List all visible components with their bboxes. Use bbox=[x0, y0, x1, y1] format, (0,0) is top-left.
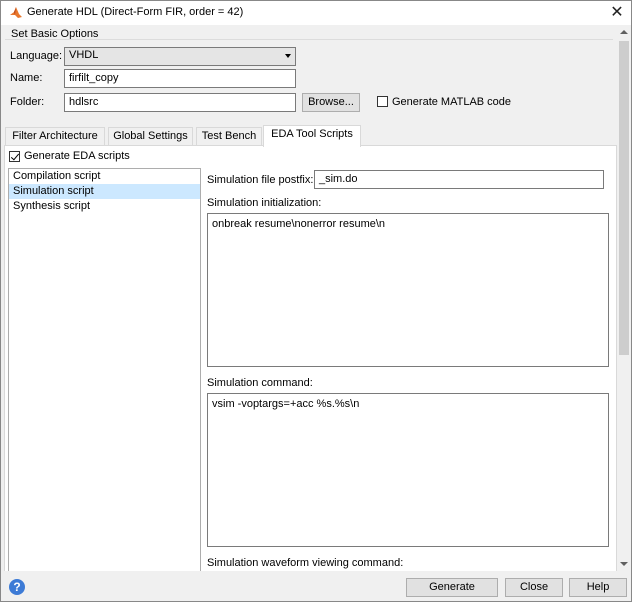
init-textarea[interactable]: onbreak resume\nonerror resume\n bbox=[207, 213, 609, 367]
command-label: Simulation command: bbox=[207, 377, 313, 389]
matlab-icon bbox=[10, 7, 22, 18]
language-label: Language: bbox=[10, 50, 62, 62]
scroll-thumb[interactable] bbox=[619, 41, 629, 355]
generate-hdl-dialog: Generate HDL (Direct-Form FIR, order = 4… bbox=[0, 0, 632, 602]
script-type-list: Compilation script Simulation script Syn… bbox=[8, 168, 201, 571]
help-button[interactable]: Help bbox=[569, 578, 627, 597]
list-item-simulation[interactable]: Simulation script bbox=[9, 184, 200, 199]
scroll-up-button[interactable] bbox=[617, 25, 631, 39]
generate-eda-label: Generate EDA scripts bbox=[24, 150, 130, 162]
footer-bar: ? Generate Close Help bbox=[1, 571, 631, 601]
init-label: Simulation initialization: bbox=[207, 197, 322, 209]
close-button[interactable]: Close bbox=[505, 578, 563, 597]
list-item-synthesis[interactable]: Synthesis script bbox=[9, 199, 200, 214]
chevron-down-icon bbox=[620, 562, 628, 566]
scroll-down-button[interactable] bbox=[617, 557, 631, 571]
name-field[interactable]: firfilt_copy bbox=[64, 69, 296, 88]
generate-matlab-label: Generate MATLAB code bbox=[392, 96, 512, 108]
folder-field[interactable]: hdlsrc bbox=[64, 93, 296, 112]
generate-button[interactable]: Generate bbox=[406, 578, 498, 597]
language-value: VHDL bbox=[69, 49, 99, 61]
command-textarea[interactable]: vsim -voptargs=+acc %s.%s\n bbox=[207, 393, 609, 547]
folder-label: Folder: bbox=[10, 96, 45, 108]
vertical-scrollbar[interactable] bbox=[617, 25, 631, 571]
tab-filter-architecture[interactable]: Filter Architecture bbox=[5, 127, 105, 146]
close-icon[interactable]: ✕ bbox=[605, 3, 629, 23]
help-icon[interactable]: ? bbox=[9, 579, 25, 595]
chevron-down-icon bbox=[285, 54, 291, 58]
generate-matlab-checkbox[interactable] bbox=[377, 96, 388, 107]
waveform-label: Simulation waveform viewing command: bbox=[207, 557, 404, 569]
postfix-label: Simulation file postfix: bbox=[207, 174, 314, 186]
window-title: Generate HDL (Direct-Form FIR, order = 4… bbox=[27, 6, 244, 18]
browse-button[interactable]: Browse... bbox=[302, 93, 360, 112]
eda-tool-scripts-panel: Generate EDA scripts Compilation script … bbox=[4, 145, 617, 571]
chevron-up-icon bbox=[620, 30, 628, 34]
group-divider bbox=[5, 39, 613, 40]
language-select[interactable]: VHDL bbox=[64, 47, 296, 66]
list-item-compilation[interactable]: Compilation script bbox=[9, 169, 200, 184]
postfix-field[interactable]: _sim.do bbox=[314, 170, 604, 189]
dialog-content: Set Basic Options Language: VHDL Name: f… bbox=[1, 25, 617, 571]
tab-global-settings[interactable]: Global Settings bbox=[108, 127, 193, 146]
tab-eda-tool-scripts[interactable]: EDA Tool Scripts bbox=[263, 125, 361, 147]
title-bar: Generate HDL (Direct-Form FIR, order = 4… bbox=[1, 1, 631, 25]
generate-eda-checkbox[interactable] bbox=[9, 151, 20, 162]
tab-test-bench[interactable]: Test Bench bbox=[196, 127, 262, 146]
name-label: Name: bbox=[10, 72, 43, 84]
